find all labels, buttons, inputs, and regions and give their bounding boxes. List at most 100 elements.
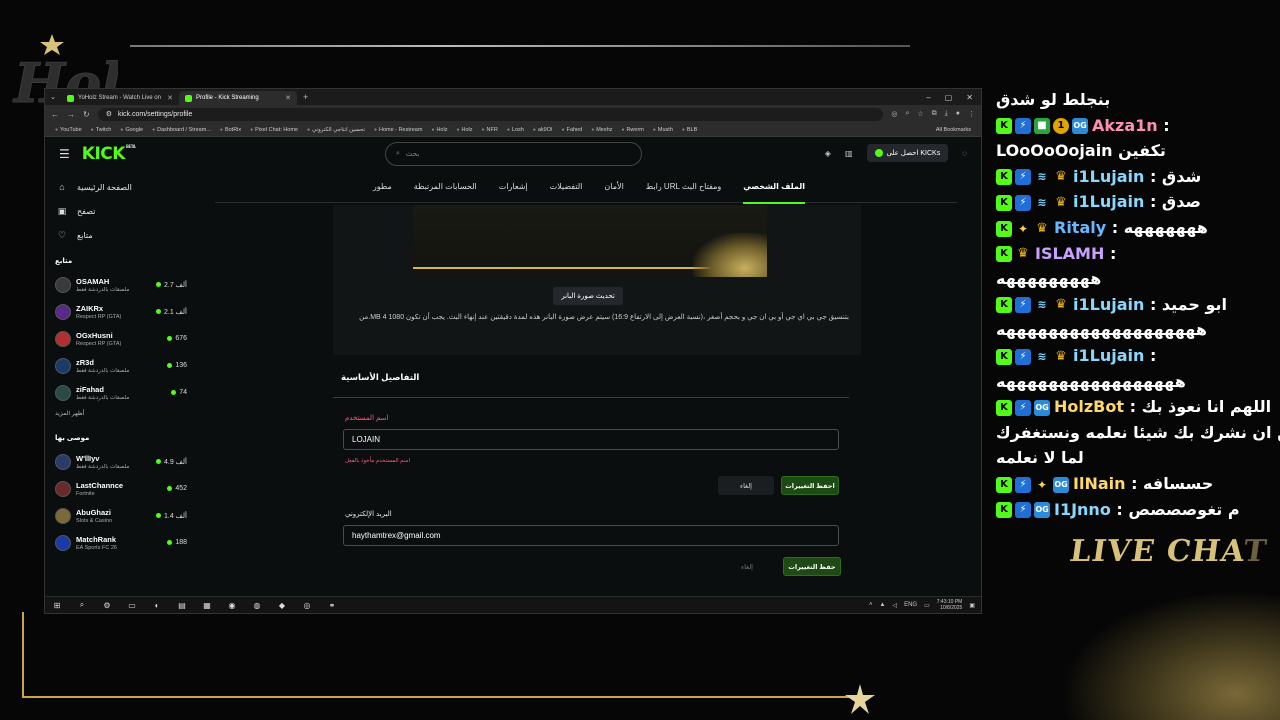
windows-start-icon[interactable]: ⊞ bbox=[51, 601, 63, 610]
bookmark-item[interactable]: Holz bbox=[431, 127, 447, 133]
bookmark-item[interactable]: Google bbox=[120, 127, 143, 133]
chat-username[interactable]: i1Lujain bbox=[1073, 167, 1150, 186]
get-kicks-button[interactable]: احصل على KICKs bbox=[866, 144, 949, 162]
bookmark-item[interactable]: Musth bbox=[653, 127, 673, 133]
chrome-icon[interactable]: ◎ bbox=[301, 601, 313, 610]
channel-item[interactable]: OSAMAH ملصقات بالدردشة فقط 2.7 ألف bbox=[55, 271, 187, 298]
settings-tab[interactable]: الملف الشخصي bbox=[743, 171, 805, 204]
channel-item[interactable]: MatchRank EA Sports FC 26 188 bbox=[55, 529, 187, 556]
chat-username[interactable]: IlNain bbox=[1073, 474, 1131, 493]
lens-icon[interactable]: ◎ bbox=[891, 110, 897, 118]
url-field[interactable]: ⚙ kick.com/settings/profile bbox=[97, 107, 884, 121]
bookmark-item[interactable]: BotRix bbox=[220, 127, 241, 133]
channel-item[interactable]: LastChannce Fortnite 452 bbox=[55, 475, 187, 502]
settings-tab[interactable]: مطور bbox=[373, 171, 392, 203]
app-icon[interactable]: ▦ bbox=[201, 601, 213, 610]
clock[interactable]: 7:43:10 PM 10/8/2025 bbox=[937, 599, 963, 611]
cancel-email-button[interactable]: إلغاء bbox=[719, 557, 775, 576]
chat-bubble-icon[interactable]: ◌ bbox=[962, 149, 967, 158]
tab-search-icon[interactable]: ⌄ bbox=[45, 93, 61, 101]
chat-username[interactable]: Akza1n bbox=[1092, 116, 1163, 135]
firefox-icon[interactable]: ◍ bbox=[251, 601, 263, 610]
channel-item[interactable]: W'llIyv ملصقات بالدردشة فقط 4.9 ألف bbox=[55, 448, 187, 475]
reload-icon[interactable]: ↻ bbox=[83, 110, 90, 119]
bookmark-item[interactable]: NFR bbox=[482, 127, 498, 133]
close-tab-icon[interactable]: ✕ bbox=[167, 94, 173, 102]
chat-username[interactable]: i1Lujain bbox=[1073, 192, 1150, 211]
zoom-icon[interactable]: ⌕ bbox=[905, 110, 909, 118]
all-bookmarks[interactable]: All Bookmarks bbox=[936, 127, 971, 133]
bookmark-item[interactable]: YouTube bbox=[55, 127, 82, 133]
menu-dots-icon[interactable]: ⋮ bbox=[968, 110, 975, 118]
settings-tab[interactable]: الأمان bbox=[604, 171, 623, 203]
file-explorer-icon[interactable]: ▭ bbox=[126, 601, 138, 610]
bookmark-item[interactable]: Twitch bbox=[91, 127, 112, 133]
bookmark-item[interactable]: BLB bbox=[682, 127, 697, 133]
site-info-icon[interactable]: ⚙ bbox=[106, 110, 112, 118]
username-field[interactable]: LOJAIN bbox=[343, 429, 839, 450]
settings-tab[interactable]: الحسابات المرتبطة bbox=[414, 171, 477, 203]
search-icon[interactable]: ⌕ bbox=[76, 600, 88, 610]
chat-username[interactable]: ISLAMH bbox=[1035, 244, 1110, 263]
close-window-icon[interactable]: ✕ bbox=[966, 93, 973, 102]
hamburger-menu-icon[interactable]: ☰ bbox=[59, 147, 70, 161]
bookmark-item[interactable]: Home - Restream bbox=[374, 127, 422, 133]
profile-avatar-icon[interactable]: ● bbox=[956, 110, 960, 118]
sidebar-item-browse[interactable]: ▣ تصفح bbox=[55, 199, 187, 223]
settings-tab[interactable]: التفضيلات bbox=[550, 171, 583, 203]
tab-profile[interactable]: Profile - Kick Streaming ✕ bbox=[179, 91, 297, 105]
steam-icon[interactable]: ⚭ bbox=[326, 601, 338, 610]
tab-holz-stream[interactable]: YoHolz Stream - Watch Live on ✕ bbox=[61, 91, 179, 105]
language-indicator[interactable]: ENG bbox=[904, 602, 917, 608]
bookmark-item[interactable]: Holz bbox=[456, 127, 473, 133]
bookmark-item[interactable]: Losh bbox=[507, 127, 524, 133]
obs-icon[interactable]: ◉ bbox=[226, 601, 238, 610]
channel-item[interactable]: zR3d ملصقات بالدردشة فقط 136 bbox=[55, 352, 187, 379]
back-icon[interactable]: ← bbox=[51, 110, 59, 119]
bookmark-item[interactable]: تحسين انتاجي الكتروني bbox=[307, 127, 365, 133]
chat-username[interactable]: HolzBot bbox=[1054, 397, 1130, 416]
sidebar-item-following[interactable]: ♡ متابع bbox=[55, 223, 187, 247]
search-input[interactable]: ⌕ بحث bbox=[385, 142, 642, 166]
sidebar-item-home[interactable]: ⌂ الصفحة الرئيسية bbox=[55, 175, 187, 199]
save-username-button[interactable]: احفظ التغييرات bbox=[781, 476, 839, 495]
bookmark-item[interactable]: Dashboard / Stream... bbox=[152, 127, 211, 133]
close-tab-icon[interactable]: ✕ bbox=[285, 94, 291, 102]
new-tab-icon[interactable]: + bbox=[303, 92, 308, 102]
terminal-icon[interactable]: ▤ bbox=[176, 601, 188, 610]
bookmark-item[interactable]: Rwerm bbox=[621, 127, 643, 133]
bookmark-item[interactable]: ak9OI bbox=[533, 127, 553, 133]
update-banner-button[interactable]: تحديث صورة البانر bbox=[553, 287, 623, 305]
bookmark-item[interactable]: Meshz bbox=[591, 127, 612, 133]
kick-logo[interactable]: KICKBETA bbox=[82, 144, 136, 164]
download-icon[interactable]: ⤓ bbox=[945, 110, 948, 118]
minimize-icon[interactable]: – bbox=[926, 93, 930, 102]
chat-username[interactable]: i1Lujain bbox=[1073, 346, 1150, 365]
tray-up-icon[interactable]: ˄ bbox=[869, 602, 873, 608]
bookmark-item[interactable]: Pixel Chat: Home bbox=[250, 127, 298, 133]
channel-item[interactable]: AbuGhazi Slots & Casino 1.4 ألف bbox=[55, 502, 187, 529]
cancel-username-button[interactable]: إلغاء bbox=[718, 476, 774, 495]
app-icon[interactable]: ◆ bbox=[276, 601, 288, 610]
channel-item[interactable]: ziFahad ملصقات بالدردشة فقط 74 bbox=[55, 379, 187, 406]
forward-icon[interactable]: → bbox=[67, 110, 75, 119]
chat-username[interactable]: I1Jnno bbox=[1054, 500, 1116, 519]
bookmark-item[interactable]: Fahed bbox=[562, 127, 583, 133]
drops-icon[interactable]: ◈ bbox=[825, 149, 831, 158]
notifications-icon[interactable]: ▥ bbox=[845, 149, 853, 158]
network-icon[interactable]: ▲ bbox=[879, 602, 885, 608]
display-icon[interactable]: ▭ bbox=[924, 602, 930, 609]
settings-tab[interactable]: رابط URL ومفتاح البث bbox=[646, 171, 721, 203]
save-email-button[interactable]: حفظ التغييرات bbox=[783, 557, 841, 576]
settings-gear-icon[interactable]: ⚙ bbox=[101, 601, 113, 610]
email-field[interactable]: haythamtrex@gmail.com bbox=[343, 525, 839, 546]
app-icon[interactable]: ◐ bbox=[151, 601, 163, 610]
settings-tab[interactable]: إشعارات bbox=[499, 171, 528, 203]
notification-icon[interactable]: ▣ bbox=[969, 602, 975, 609]
bookmark-star-icon[interactable]: ☆ bbox=[917, 110, 923, 118]
chat-username[interactable]: i1Lujain bbox=[1073, 295, 1150, 314]
channel-item[interactable]: ZAIKRx Respect RP (GTA) 2.1 ألف bbox=[55, 298, 187, 325]
extensions-icon[interactable]: ⧉ bbox=[932, 110, 937, 118]
chat-username[interactable]: Ritaly bbox=[1054, 218, 1112, 237]
volume-icon[interactable]: ◁ bbox=[892, 602, 897, 609]
